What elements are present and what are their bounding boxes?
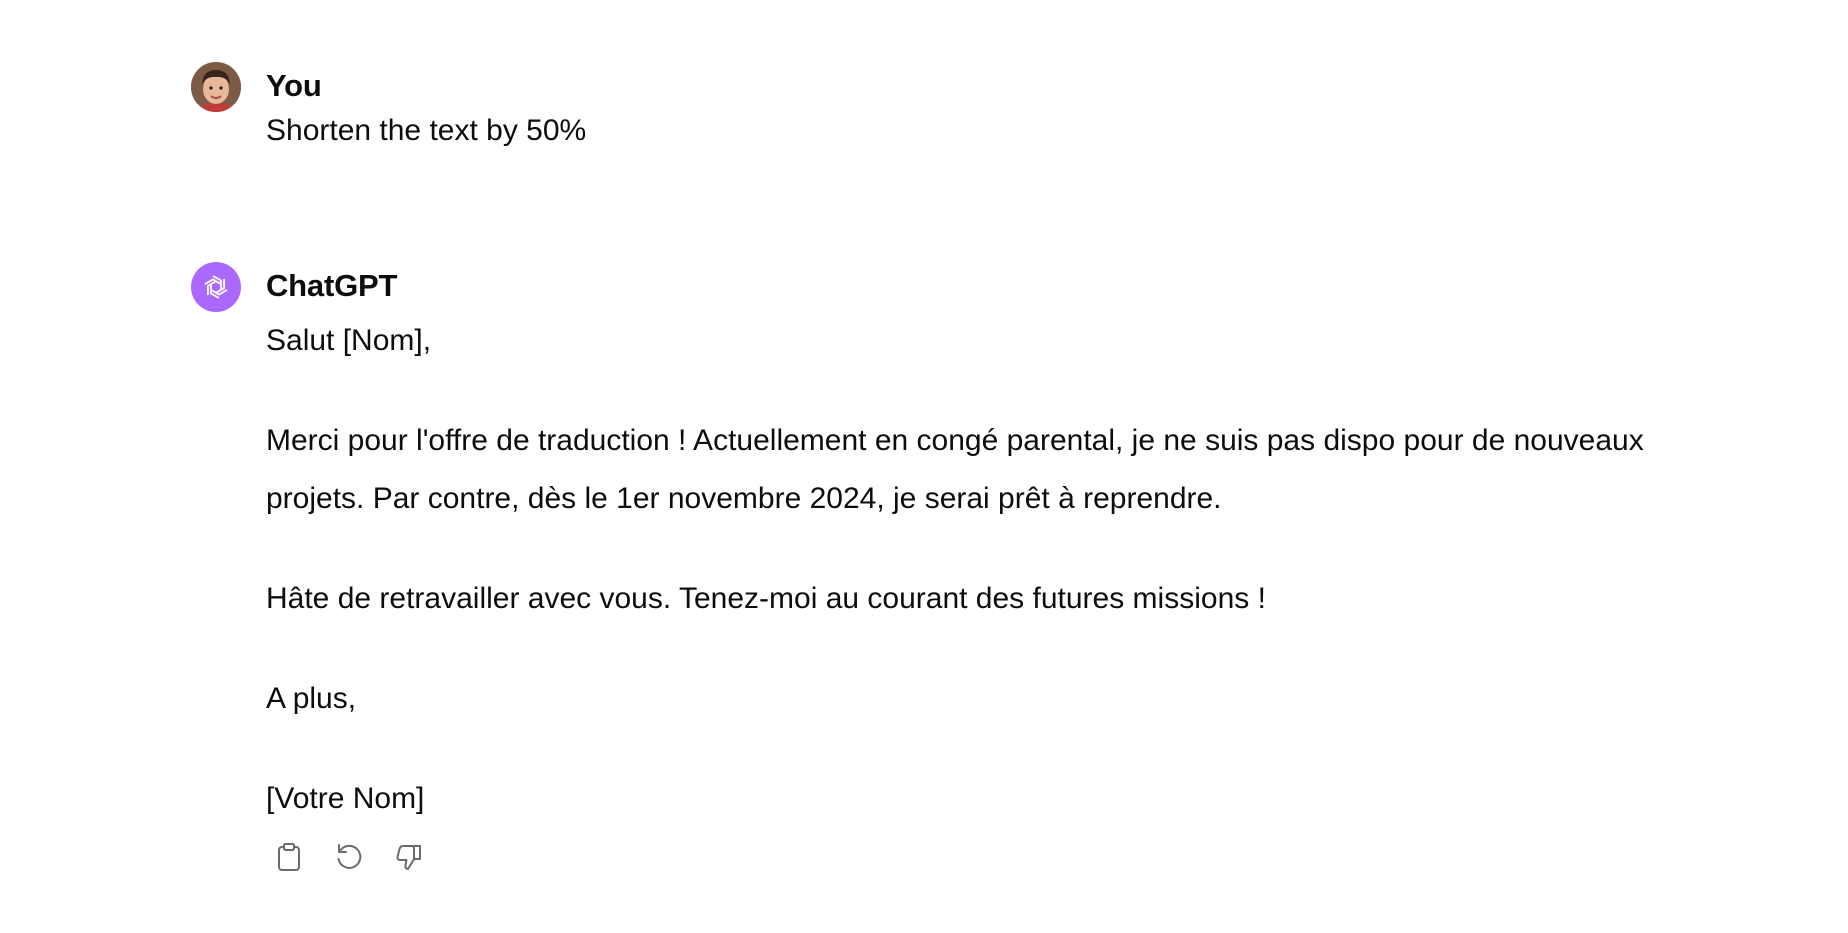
copy-button[interactable]	[272, 840, 306, 874]
paragraph-greeting: Salut [Nom],	[266, 324, 432, 357]
chat-page: You Shorten the text by 50% ChatGPT Salu…	[0, 0, 1848, 933]
regenerate-icon	[337, 844, 362, 869]
regenerate-button[interactable]	[332, 840, 366, 874]
chatgpt-logo-icon	[191, 262, 241, 312]
user-author-name: You	[266, 68, 322, 103]
paragraph-closing: Hâte de retravailler avec vous. Tenez-mo…	[266, 582, 1266, 615]
paragraph-signature: [Votre Nom]	[266, 782, 425, 815]
user-avatar	[191, 62, 241, 112]
thumbs-down-icon	[396, 845, 421, 870]
paragraph-main: Merci pour l'offre de traduction ! Actue…	[266, 424, 1644, 515]
assistant-author-name: ChatGPT	[266, 268, 398, 303]
message-actions	[272, 840, 426, 874]
user-message-text: Shorten the text by 50%	[266, 114, 587, 147]
assistant-message-text: Salut [Nom], Merci pour l'offre de tradu…	[266, 312, 1686, 870]
bad-response-button[interactable]	[392, 840, 426, 874]
clipboard-icon	[278, 843, 300, 871]
paragraph-signoff: A plus,	[266, 682, 357, 715]
